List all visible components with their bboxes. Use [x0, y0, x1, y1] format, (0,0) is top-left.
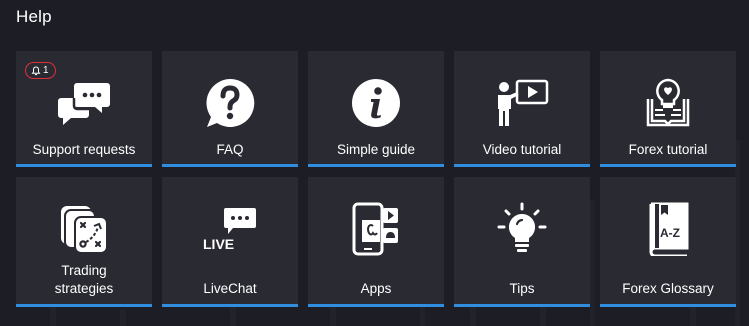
lightbulb-book-icon: [640, 75, 696, 131]
chat-bubbles-icon: [56, 75, 112, 131]
tile-label: Support requests: [32, 142, 136, 157]
tile-video-tutorial[interactable]: Video tutorial: [454, 51, 590, 167]
tile-tips[interactable]: Tips: [454, 177, 590, 307]
question-bubble-icon: [202, 75, 258, 131]
livechat-icon: LIVE: [202, 201, 258, 257]
tile-forex-glossary[interactable]: A-Z Forex Glossary: [600, 177, 736, 307]
tile-label: FAQ: [216, 142, 244, 157]
az-text: A-Z: [660, 226, 680, 240]
tile-support-requests[interactable]: 1 Support requests: [16, 51, 152, 167]
page-title: Help: [16, 7, 52, 26]
tile-forex-tutorial[interactable]: Forex tutorial: [600, 51, 736, 167]
tile-livechat[interactable]: LIVE LiveChat: [162, 177, 298, 307]
tips-bulb-icon: [494, 201, 550, 257]
tile-trading-strategies[interactable]: Trading strategies: [16, 177, 152, 307]
badge-count: 1: [43, 65, 49, 76]
glossary-book-icon: A-Z: [640, 201, 696, 257]
tile-label: Trading strategies: [54, 263, 114, 296]
tile-label: Forex Glossary: [622, 281, 714, 296]
help-panel: Help 1 Support requests FAQ Simple guide…: [0, 0, 749, 326]
live-text: LIVE: [203, 236, 234, 252]
tile-label: Tips: [509, 281, 535, 296]
tile-simple-guide[interactable]: Simple guide: [308, 51, 444, 167]
tile-label: Simple guide: [336, 142, 416, 157]
mobile-apps-icon: [348, 201, 404, 257]
tile-faq[interactable]: FAQ: [162, 51, 298, 167]
help-tiles-grid: 1 Support requests FAQ Simple guide Vide…: [16, 51, 736, 307]
tile-apps[interactable]: Apps: [308, 177, 444, 307]
tile-label: Video tutorial: [482, 142, 562, 157]
strategy-cards-icon: [56, 201, 112, 257]
notification-badge: 1: [25, 62, 56, 79]
presenter-video-icon: [494, 75, 550, 131]
info-icon: [348, 75, 404, 131]
tile-label: Apps: [360, 281, 392, 296]
bell-icon: [31, 65, 41, 75]
tile-label: LiveChat: [203, 281, 257, 296]
tile-label: Forex tutorial: [628, 142, 708, 157]
